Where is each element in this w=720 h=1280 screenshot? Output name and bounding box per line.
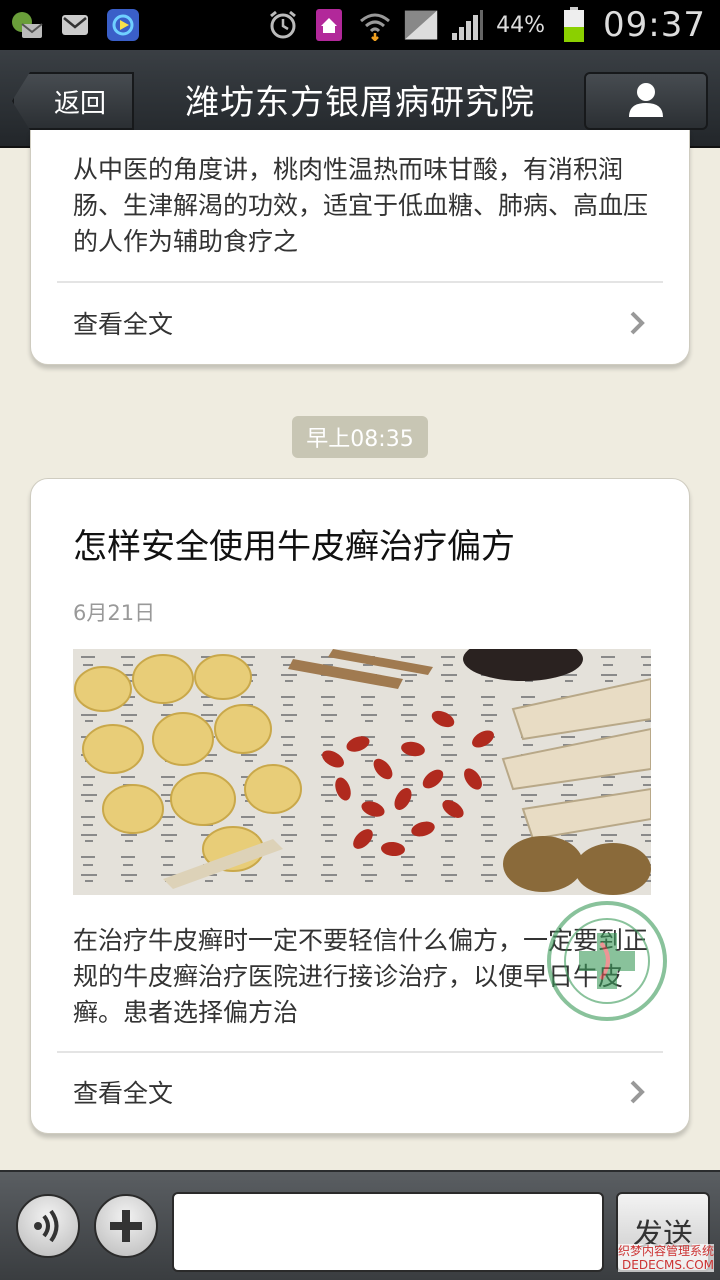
corner-watermark: 织梦内容管理系统 DEDECMS.COM: [617, 1244, 714, 1272]
previous-read-more-link[interactable]: 查看全文: [73, 298, 649, 348]
person-icon: [626, 79, 666, 123]
corner-watermark-line1: 织梦内容管理系统: [617, 1244, 714, 1258]
read-more-label: 查看全文: [73, 1079, 174, 1108]
message-timestamp: 早上08:35: [292, 416, 428, 458]
alarm-icon: [266, 8, 300, 42]
message-input[interactable]: [172, 1192, 604, 1272]
clock: 09:37: [603, 5, 706, 45]
back-button-label: 返回: [53, 88, 106, 119]
app-notification-icon: [106, 8, 140, 42]
chevron-right-icon: [630, 311, 645, 335]
article-read-more-link[interactable]: 查看全文: [73, 1067, 649, 1117]
add-attachment-button[interactable]: [94, 1194, 158, 1258]
voice-icon: [34, 1209, 59, 1243]
profile-button[interactable]: [584, 72, 708, 130]
article-title[interactable]: 怎样安全使用牛皮癣治疗偏方: [73, 523, 649, 571]
signal-strength-icon: [450, 8, 484, 42]
message-composer: 发送: [0, 1170, 720, 1280]
chevron-right-icon: [630, 1080, 645, 1104]
hospital-seal-watermark: [545, 899, 669, 1023]
previous-article-card[interactable]: 从中医的角度讲，桃肉性温热而味甘酸，有消积润肠、生津解渴的功效，适宜于低血糖、肺…: [30, 130, 690, 365]
plus-icon: [110, 1210, 142, 1242]
article-date: 6月21日: [73, 601, 156, 625]
previous-article-summary: 从中医的角度讲，桃肉性温热而味甘酸，有消积润肠、生津解渴的功效，适宜于低血糖、肺…: [73, 155, 649, 256]
mail-icon: [58, 8, 92, 42]
battery-icon: [557, 7, 591, 42]
corner-watermark-line2: DEDECMS.COM: [622, 1258, 714, 1272]
message-notification-icon: [10, 8, 44, 42]
divider: [57, 281, 663, 283]
no-sim-icon: [404, 8, 438, 42]
divider: [57, 1051, 663, 1053]
back-button[interactable]: 返回: [12, 72, 134, 130]
battery-percent: 44%: [496, 12, 546, 38]
status-bar: 44% 09:37: [0, 0, 720, 50]
read-more-label: 查看全文: [73, 310, 174, 339]
article-cover-image[interactable]: [73, 649, 651, 895]
wifi-icon: [358, 8, 392, 42]
home-app-icon: [312, 8, 346, 42]
article-card[interactable]: 怎样安全使用牛皮癣治疗偏方 6月21日 在治疗牛皮癣时一定不要轻信什么偏方，一定…: [30, 478, 690, 1134]
voice-input-button[interactable]: [16, 1194, 80, 1258]
